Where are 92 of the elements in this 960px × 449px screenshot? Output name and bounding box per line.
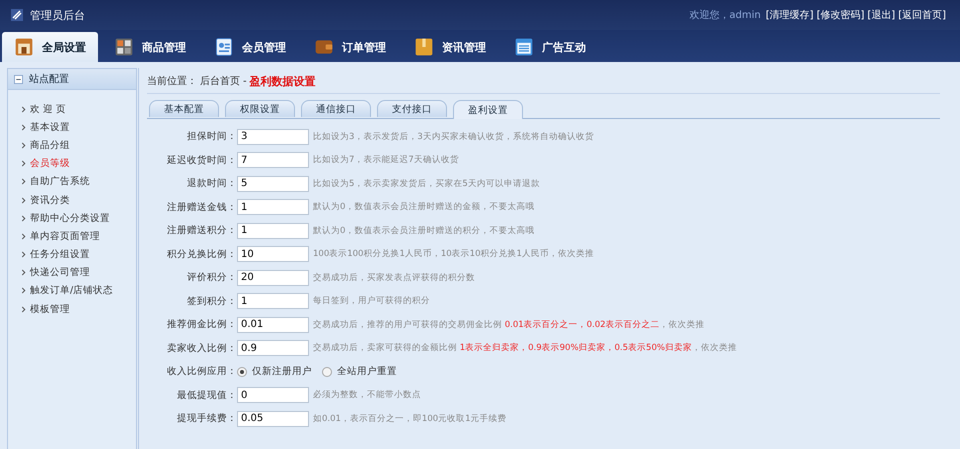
field-hint: 比如设为7，表示能延迟7天确认收货 [313,154,459,166]
breadcrumb-link[interactable]: 后台首页 [200,74,240,88]
breadcrumb-separator: - [243,76,247,86]
sidebar-item[interactable]: 帮助中心分类设置 [21,209,110,228]
field-label: 担保时间： [186,130,237,144]
chevron-icon [21,214,26,222]
field-hint: 交易成功后，买家发表点评获得的积分数 [313,272,475,284]
field-label: 提现手续费： [176,412,237,426]
chevron-icon [21,269,26,276]
sidebar-item[interactable]: 自助广告系统 [21,172,90,191]
radio-option[interactable]: 仅新注册用户 [237,365,312,378]
field-hint: 交易成功后，卖家可获得的金额比例 1表示全归卖家，0.9表示90%归卖家，0.5表示50%归卖家，依次类推 [313,342,737,354]
chevron-icon [21,251,26,258]
collapse-icon[interactable] [14,74,23,84]
list-icon [514,37,534,57]
input-field[interactable]: 0.05 [237,410,309,427]
house-icon [14,37,34,57]
grid-icon [114,37,134,57]
nav-tab[interactable]: 全局设置 [2,32,98,62]
sidebar-item[interactable]: 欢 迎 页 [21,100,66,118]
settings-tab[interactable]: 支付接口 [377,100,447,117]
input-field[interactable]: 7 [237,152,309,168]
field-hint: 默认为0，数值表示会员注册时赠送的金额，不要太高哦 [313,201,534,214]
field-label: 注册赠送金钱： [166,200,237,214]
field-hint: 默认为0，数值表示会员注册时赠送的积分，不要太高哦 [313,224,534,237]
header-link[interactable]: [返回首页] [898,8,946,22]
sidebar-item[interactable]: 触发订单/店铺状态 [21,282,114,300]
sidebar-item[interactable]: 会员等级 [21,154,70,173]
field-hint: 100表示100积分兑换1人民币，10表示10积分兑换1人民币，依次类推 [313,248,594,260]
settings-tab[interactable]: 权限设置 [225,100,295,117]
sidebar-item[interactable]: 任务分组设置 [21,246,90,264]
sidebar-item[interactable]: 基本设置 [21,118,70,136]
chevron-icon [21,306,26,313]
field-hint: 如0.01，表示百分之一，即100元收取1元手续费 [313,412,507,425]
field-label: 推荐佣金比例： [166,318,237,332]
breadcrumb-current: 盈利数据设置 [250,74,316,88]
header-link[interactable]: [修改密码] [816,8,864,22]
nav-tab[interactable]: 广告互动 [502,32,598,62]
chevron-icon [21,287,26,294]
input-field[interactable]: 1 [237,199,309,216]
field-label: 收入比例应用： [166,365,237,378]
chevron-icon [21,178,26,186]
sidebar-item[interactable]: 资讯分类 [21,190,70,210]
chevron-icon [21,142,26,149]
settings-tab[interactable]: 盈利设置 [453,100,523,119]
sidebar-title: 站点配置 [29,72,69,86]
chevron-icon [21,160,26,168]
chevron-icon [21,106,26,113]
nav-tab[interactable]: 商品管理 [102,32,198,62]
input-field[interactable]: 5 [237,176,309,192]
sidebar-item[interactable]: 单内容页面管理 [21,227,100,246]
header-link[interactable]: [清理缓存] [766,8,814,22]
input-field[interactable]: 1 [237,222,309,239]
logo-icon [10,8,24,22]
chevron-icon [21,232,26,240]
field-label: 评价积分： [186,271,237,284]
field-hint: 交易成功后，推荐的用户可获得的交易佣金比例 0.01表示百分之一，0.02表示百分之二，依次类推 [313,318,705,331]
chevron-icon [21,196,26,204]
field-hint: 比如设为5，表示卖家发货后，买家在5天内可以申请退款 [313,178,540,190]
nav-tab[interactable]: 资讯管理 [402,32,498,62]
sidebar-item[interactable]: 模板管理 [21,300,70,318]
field-label: 注册赠送积分： [166,224,237,238]
input-field[interactable]: 1 [237,293,309,310]
input-field[interactable]: 20 [237,270,309,286]
breadcrumb-prefix: 当前位置： [147,74,197,88]
input-field[interactable]: 10 [237,246,309,262]
field-label: 最低提现值： [176,388,237,402]
field-hint: 比如设为3，表示发货后，3天内买家未确认收货，系统将自动确认收货 [313,130,594,143]
field-hint: 每日签到，用户可获得的积分 [313,295,430,308]
input-field[interactable]: 0.01 [237,316,309,333]
field-hint: 必须为整数，不能带小数点 [313,389,421,402]
welcome-text: 欢迎您，admin [689,8,761,22]
radio-option[interactable]: 全站用户重置 [322,365,397,378]
settings-tab[interactable]: 通信接口 [301,100,371,117]
sidebar-item[interactable]: 商品分组 [21,136,70,155]
field-label: 积分兑换比例： [166,248,237,261]
header-link[interactable]: [退出] [867,8,896,22]
nav-tab[interactable]: 会员管理 [202,32,298,62]
app-title: 管理员后台 [30,8,85,22]
field-label: 签到积分： [186,294,237,308]
input-field[interactable]: 3 [237,128,309,145]
id-card-icon [214,37,234,57]
nav-tab[interactable]: 订单管理 [302,32,398,62]
input-field[interactable]: 0.9 [237,340,309,356]
settings-tab[interactable]: 基本配置 [149,100,219,117]
field-label: 退款时间： [186,177,237,190]
package-icon [414,37,434,57]
field-label: 卖家收入比例： [166,342,237,355]
sidebar-item[interactable]: 快递公司管理 [21,264,90,282]
field-label: 延迟收货时间： [166,154,237,167]
chevron-icon [21,124,26,131]
input-field[interactable]: 0 [237,387,309,404]
